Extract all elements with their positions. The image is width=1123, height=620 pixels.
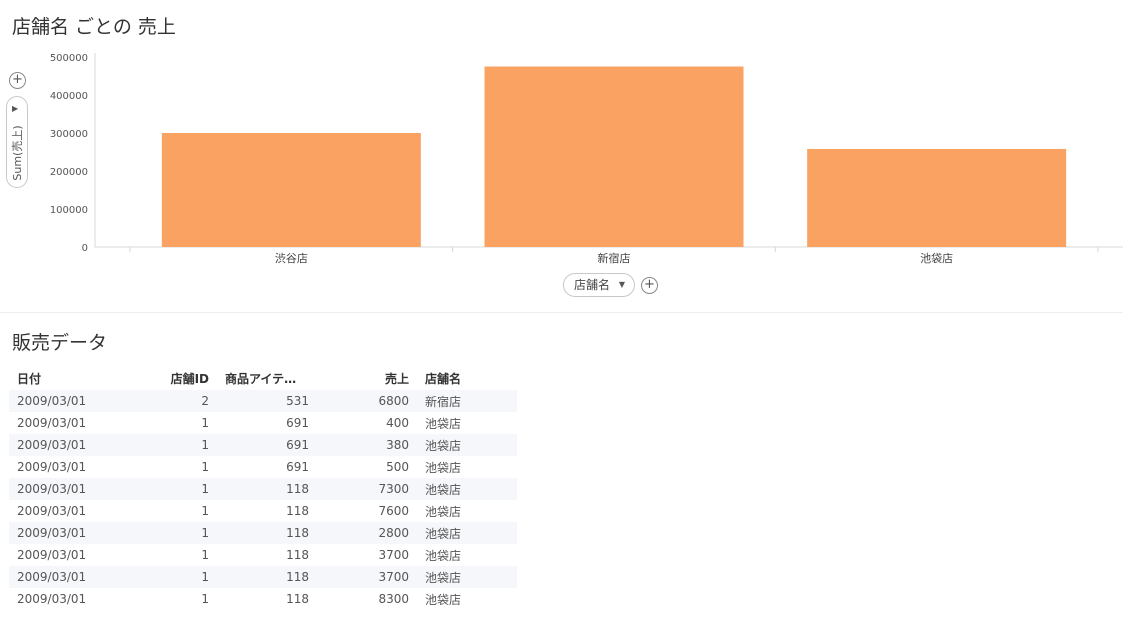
cell-store-name: 池袋店 — [425, 592, 462, 607]
x-tick-label: 新宿店 — [598, 251, 631, 265]
x-tick-label: 池袋店 — [920, 251, 953, 265]
cell-sales: 2800 — [378, 526, 409, 540]
cell-store-id: 1 — [201, 438, 209, 452]
column-header-date[interactable]: 日付 — [9, 366, 157, 390]
bar-chart: 500000 400000 300000 200000 100000 0 渋谷店 新宿店 池袋店 — [50, 53, 1123, 265]
cell-sales: 8300 — [378, 592, 409, 606]
cell-date: 2009/03/01 — [17, 438, 87, 452]
cell-store-name: 池袋店 — [425, 460, 462, 475]
section-divider — [0, 312, 1123, 313]
cell-item: 691 — [286, 438, 309, 452]
x-tick-label: 渋谷店 — [275, 251, 308, 265]
cell-item: 118 — [286, 504, 309, 518]
cell-store-id: 1 — [201, 526, 209, 540]
cell-sales: 380 — [386, 438, 409, 452]
cell-item: 691 — [286, 416, 309, 430]
page: 店舗名 ごとの 売上 + ▶ Sum(売上) 500000 400000 30000… — [0, 0, 1123, 620]
chart-title: 店舗名 ごとの 売上 — [12, 16, 176, 38]
cell-store-id: 1 — [201, 460, 209, 474]
cell-store-id: 1 — [201, 570, 209, 584]
cell-date: 2009/03/01 — [17, 482, 87, 496]
table-title: 販売データ — [12, 332, 108, 354]
cell-store-name: 池袋店 — [425, 504, 462, 519]
cell-sales: 400 — [386, 416, 409, 430]
table-row[interactable]: 2009/03/01 1 118 8300 池袋店 — [9, 588, 517, 610]
cell-store-name: 池袋店 — [425, 416, 462, 431]
table-row[interactable]: 2009/03/01 1 118 3700 池袋店 — [9, 566, 517, 588]
cell-store-id: 2 — [201, 394, 209, 408]
y-tick-label: 100000 — [50, 205, 88, 216]
cell-store-id: 1 — [201, 548, 209, 562]
cell-item: 118 — [286, 592, 309, 606]
cell-store-name: 池袋店 — [425, 438, 462, 453]
chevron-down-icon: ▼ — [618, 280, 626, 289]
cell-store-name: 池袋店 — [425, 570, 462, 585]
y-tick-label: 0 — [82, 243, 88, 254]
cell-date: 2009/03/01 — [17, 570, 87, 584]
column-header-sales[interactable]: 売上 — [309, 366, 409, 390]
cell-sales: 6800 — [378, 394, 409, 408]
table-row[interactable]: 2009/03/01 1 118 3700 池袋店 — [9, 544, 517, 566]
add-x-axis-icon[interactable]: + — [641, 277, 658, 294]
cell-sales: 3700 — [378, 570, 409, 584]
cell-store-id: 1 — [201, 416, 209, 430]
x-axis-selector[interactable]: 店舗名 ▼ — [563, 273, 636, 297]
cell-item: 531 — [286, 394, 309, 408]
cell-item: 691 — [286, 460, 309, 474]
cell-date: 2009/03/01 — [17, 416, 87, 430]
bar — [807, 148, 1067, 247]
cell-sales: 3700 — [378, 548, 409, 562]
x-axis-label: 店舗名 — [574, 278, 611, 292]
cell-item: 118 — [286, 526, 309, 540]
y-tick-label: 500000 — [50, 53, 88, 64]
table-header-row: 日付 店舗ID 商品アイテ… 売上 店舗名 — [9, 366, 517, 390]
sales-data-table: 日付 店舗ID 商品アイテ… 売上 店舗名 2009/03/01 2 531 6800… — [9, 366, 517, 610]
cell-sales: 7600 — [378, 504, 409, 518]
column-header-store-name[interactable]: 店舗名 — [409, 366, 517, 390]
column-header-item[interactable]: 商品アイテ… — [209, 366, 309, 390]
table-row[interactable]: 2009/03/01 1 691 380 池袋店 — [9, 434, 517, 456]
cell-store-id: 1 — [201, 482, 209, 496]
table-row[interactable]: 2009/03/01 1 118 7600 池袋店 — [9, 500, 517, 522]
table-row[interactable]: 2009/03/01 1 118 7300 池袋店 — [9, 478, 517, 500]
table-row[interactable]: 2009/03/01 1 691 400 池袋店 — [9, 412, 517, 434]
cell-item: 118 — [286, 548, 309, 562]
cell-date: 2009/03/01 — [17, 460, 87, 474]
column-header-store-id[interactable]: 店舗ID — [157, 366, 209, 390]
cell-item: 118 — [286, 570, 309, 584]
bar — [161, 133, 421, 247]
y-tick-label: 400000 — [50, 91, 88, 102]
table-body: 2009/03/01 2 531 6800 新宿店 2009/03/01 1 691 400 池… — [9, 390, 517, 610]
cell-date: 2009/03/01 — [17, 526, 87, 540]
cell-date: 2009/03/01 — [17, 592, 87, 606]
cell-store-name: 池袋店 — [425, 548, 462, 563]
cell-item: 118 — [286, 482, 309, 496]
y-tick-label: 300000 — [50, 129, 88, 140]
table-row[interactable]: 2009/03/01 1 118 2800 池袋店 — [9, 522, 517, 544]
bar — [484, 66, 744, 247]
cell-date: 2009/03/01 — [17, 394, 87, 408]
cell-sales: 7300 — [378, 482, 409, 496]
cell-store-name: 池袋店 — [425, 482, 462, 497]
cell-sales: 500 — [386, 460, 409, 474]
cell-store-id: 1 — [201, 504, 209, 518]
table-row[interactable]: 2009/03/01 2 531 6800 新宿店 — [9, 390, 517, 412]
table-row[interactable]: 2009/03/01 1 691 500 池袋店 — [9, 456, 517, 478]
y-tick-label: 200000 — [50, 167, 88, 178]
cell-date: 2009/03/01 — [17, 548, 87, 562]
cell-store-id: 1 — [201, 592, 209, 606]
cell-store-name: 新宿店 — [425, 394, 462, 409]
cell-date: 2009/03/01 — [17, 504, 87, 518]
cell-store-name: 池袋店 — [425, 526, 462, 541]
